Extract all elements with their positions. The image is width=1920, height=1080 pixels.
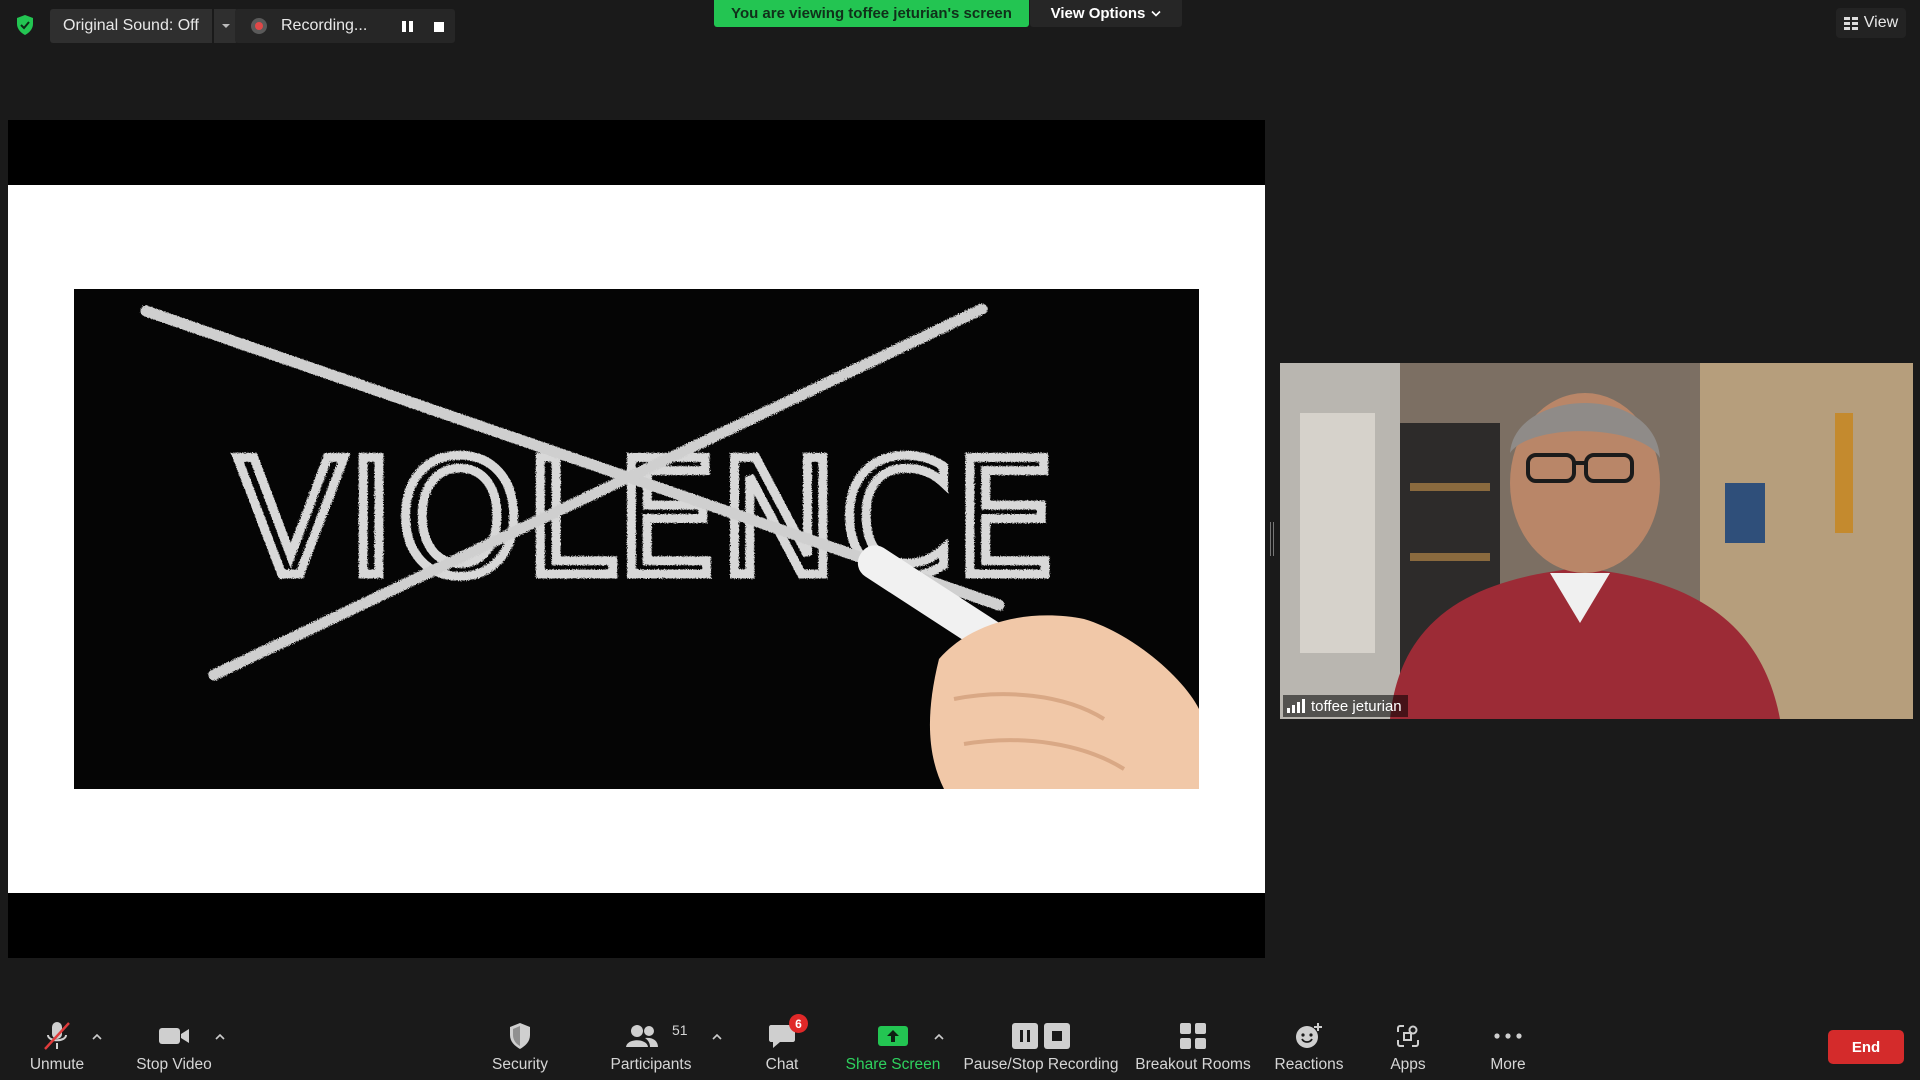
original-sound-control: Original Sound: Off xyxy=(50,9,238,43)
recording-dot-icon xyxy=(251,18,267,34)
slide-image-chalkboard: VIOLENCE xyxy=(74,289,1199,789)
reactions-label: Reactions xyxy=(1274,1056,1344,1073)
recording-label: Recording... xyxy=(281,17,368,34)
video-options-caret[interactable] xyxy=(213,1030,227,1044)
security-shield-icon xyxy=(510,1023,530,1049)
participant-video-tile[interactable]: toffee jeturian xyxy=(1280,363,1913,719)
chevron-up-icon xyxy=(92,1034,102,1040)
signal-strength-icon xyxy=(1287,699,1305,713)
breakout-rooms-button[interactable]: Breakout Rooms xyxy=(1135,1018,1251,1080)
pause-stop-recording-button[interactable]: Pause/Stop Recording xyxy=(963,1018,1119,1080)
share-screen-icon xyxy=(878,1026,908,1046)
security-button[interactable]: Security xyxy=(488,1018,552,1080)
apps-button[interactable]: Apps xyxy=(1386,1018,1430,1080)
muted-microphone-icon xyxy=(44,1022,70,1050)
stop-video-label: Stop Video xyxy=(136,1056,212,1073)
breakout-rooms-icon xyxy=(1180,1023,1206,1049)
grid-view-icon xyxy=(1843,16,1858,30)
shared-screen: VIOLENCE xyxy=(8,120,1265,958)
chevron-down-icon xyxy=(1151,10,1161,17)
reactions-smiley-icon xyxy=(1296,1023,1322,1048)
encryption-shield-icon[interactable] xyxy=(14,14,36,36)
resize-handle[interactable] xyxy=(1270,522,1274,556)
share-screen-label: Share Screen xyxy=(845,1056,941,1073)
pause-icon xyxy=(1012,1023,1038,1049)
participants-label: Participants xyxy=(610,1056,692,1073)
apps-label: Apps xyxy=(1390,1056,1426,1073)
chevron-up-icon xyxy=(712,1034,722,1040)
chevron-up-icon xyxy=(215,1034,225,1040)
viewing-screen-banner: You are viewing toffee jeturian's screen xyxy=(714,0,1029,27)
stop-recording-button[interactable] xyxy=(434,22,444,32)
breakout-rooms-label: Breakout Rooms xyxy=(1135,1056,1251,1073)
end-meeting-button[interactable]: End xyxy=(1828,1030,1904,1064)
view-label: View xyxy=(1863,14,1899,31)
view-options-label: View Options xyxy=(1050,5,1146,22)
stop-icon xyxy=(1044,1023,1070,1049)
chat-button[interactable]: 6 Chat xyxy=(762,1014,808,1080)
participants-icon xyxy=(626,1025,658,1047)
more-button[interactable]: More xyxy=(1486,1018,1530,1080)
participant-name: toffee jeturian xyxy=(1311,697,1402,715)
more-label: More xyxy=(1490,1056,1526,1073)
video-camera-icon xyxy=(159,1028,189,1044)
chat-label: Chat xyxy=(765,1056,799,1073)
audio-options-caret[interactable] xyxy=(90,1030,104,1044)
presentation-slide: VIOLENCE xyxy=(8,185,1265,893)
participants-count: 51 xyxy=(672,1022,688,1038)
apps-icon xyxy=(1397,1025,1419,1047)
view-options-button[interactable]: View Options xyxy=(1030,0,1182,27)
unmute-label: Unmute xyxy=(29,1056,85,1073)
view-button[interactable]: View xyxy=(1836,8,1906,38)
stop-video-button[interactable]: Stop Video xyxy=(134,1018,214,1080)
participants-button[interactable]: 51 Participants xyxy=(608,1018,694,1080)
original-sound-button[interactable]: Original Sound: Off xyxy=(50,9,212,43)
participant-name-tag: toffee jeturian xyxy=(1283,695,1408,717)
pause-stop-recording-label: Pause/Stop Recording xyxy=(963,1056,1119,1073)
chat-unread-badge: 6 xyxy=(789,1014,808,1033)
participants-options-caret[interactable] xyxy=(710,1030,724,1044)
share-screen-button[interactable]: Share Screen xyxy=(846,1018,940,1080)
meeting-toolbar: Unmute Stop Video Security 51 Participan… xyxy=(0,1010,1920,1080)
zoom-meeting-window: Original Sound: Off Recording... You are… xyxy=(0,0,1920,1080)
share-options-caret[interactable] xyxy=(932,1030,946,1044)
more-ellipsis-icon xyxy=(1494,1033,1522,1039)
security-label: Security xyxy=(492,1056,548,1073)
recording-indicator: Recording... xyxy=(235,9,455,43)
unmute-button[interactable]: Unmute xyxy=(28,1018,86,1080)
caret-down-icon xyxy=(221,24,230,28)
pause-recording-button[interactable] xyxy=(399,18,415,34)
chevron-up-icon xyxy=(934,1034,944,1040)
reactions-button[interactable]: Reactions xyxy=(1274,1018,1344,1080)
participant-video-feed xyxy=(1280,363,1913,719)
